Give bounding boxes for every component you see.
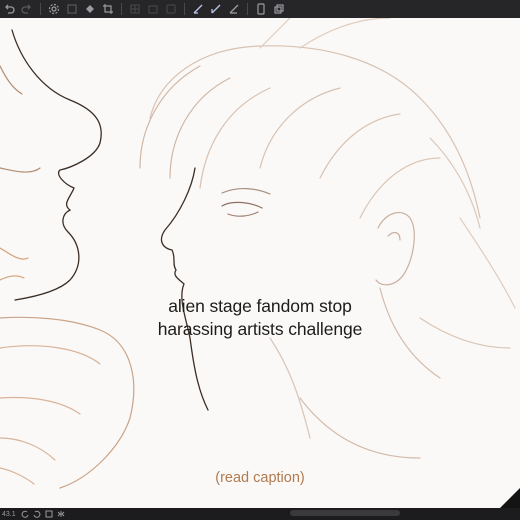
flip-icon	[57, 511, 65, 517]
settings-button[interactable]	[45, 0, 63, 18]
bottom-status-bar: 43.1	[0, 508, 520, 520]
caption-line-2: harassing artists challenge	[157, 319, 363, 339]
caption-line-1: alien stage fandom stop	[168, 296, 352, 316]
fit-icon	[45, 510, 53, 518]
toolbar-divider	[40, 3, 41, 15]
layer-button[interactable]	[144, 0, 162, 18]
fit-button[interactable]	[44, 509, 54, 519]
horizontal-scrollbar[interactable]	[290, 510, 400, 516]
fill-button[interactable]	[81, 0, 99, 18]
device-button[interactable]	[252, 0, 270, 18]
undo-button[interactable]	[0, 0, 18, 18]
copy-icon	[274, 4, 284, 14]
toolbar-divider	[121, 3, 122, 15]
pen-pressure-icon	[229, 4, 239, 14]
pen-pressure-button[interactable]	[225, 0, 243, 18]
crop-button[interactable]	[99, 0, 117, 18]
zoom-level[interactable]: 43.1	[2, 511, 20, 518]
fill-icon	[86, 5, 94, 13]
zoom-in-button[interactable]	[32, 509, 42, 519]
rotate-right-icon	[33, 510, 41, 518]
pen-icon	[193, 4, 203, 14]
device-icon	[257, 3, 265, 15]
redo-button[interactable]	[18, 0, 36, 18]
toolbar-divider	[247, 3, 248, 15]
flip-button[interactable]	[56, 509, 66, 519]
line-art	[0, 18, 516, 489]
transform-icon	[67, 4, 77, 14]
copy-button[interactable]	[270, 0, 288, 18]
grid-icon	[130, 4, 140, 14]
canvas-corner-handle	[500, 488, 520, 508]
settings-icon	[48, 3, 60, 15]
frame-icon	[166, 4, 176, 14]
transform-button[interactable]	[63, 0, 81, 18]
layer-icon	[148, 5, 158, 14]
pen-active-button[interactable]	[207, 0, 225, 18]
redo-icon	[21, 4, 31, 14]
undo-icon	[5, 4, 15, 14]
drawing-canvas[interactable]: alien stage fandom stop harassing artist…	[0, 18, 520, 508]
crop-icon	[103, 4, 113, 14]
zoom-out-button[interactable]	[20, 509, 30, 519]
grid-button[interactable]	[126, 0, 144, 18]
toolbar-divider	[184, 3, 185, 15]
top-toolbar	[0, 0, 520, 18]
read-caption-note: (read caption)	[215, 470, 305, 486]
pen-active-icon	[211, 4, 221, 14]
pen-button[interactable]	[189, 0, 207, 18]
frame-button[interactable]	[162, 0, 180, 18]
rotate-left-icon	[21, 510, 29, 518]
